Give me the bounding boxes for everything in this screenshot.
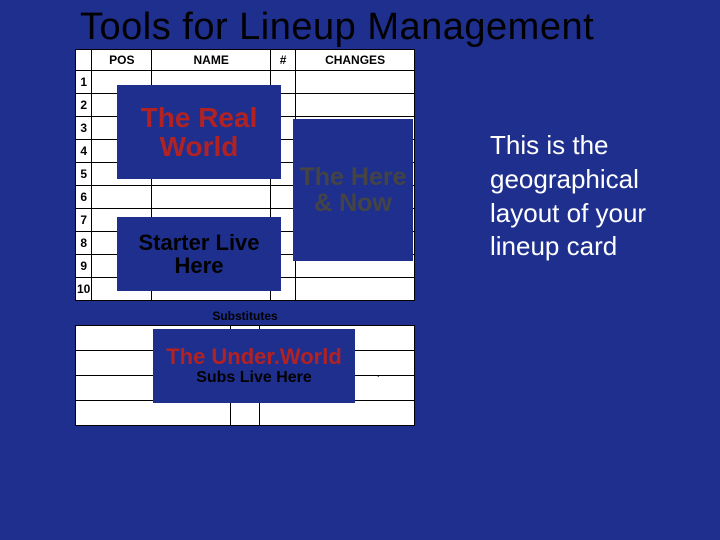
subs-live-here: Subs Live Here: [196, 370, 312, 387]
annotation-underworld: The Under.World Subs Live Here: [153, 329, 355, 403]
row-number: 3: [76, 117, 92, 140]
row-number: 4: [76, 140, 92, 163]
row-number: 7: [76, 209, 92, 232]
slide-title: Tools for Lineup Management: [0, 0, 720, 49]
lineup-card: POS NAME # CHANGES 1 2 3 4 5 6 7 8 9 10 …: [75, 49, 480, 426]
row-number: 9: [76, 255, 92, 278]
underworld-title: The Under.World: [166, 345, 342, 368]
header-blank: [76, 50, 92, 71]
stray-dot: .: [377, 369, 380, 380]
col-number: #: [271, 50, 296, 71]
col-changes: CHANGES: [296, 50, 415, 71]
annotation-here-now: The Here & Now: [293, 119, 413, 261]
row-number: 5: [76, 163, 92, 186]
row-number: 2: [76, 94, 92, 117]
col-pos: POS: [92, 50, 152, 71]
table-row: [76, 401, 415, 426]
annotation-starter-live: Starter Live Here: [117, 217, 281, 291]
row-number: 10: [76, 278, 92, 301]
substitutes-label: Substitutes: [75, 301, 415, 325]
row-number: 1: [76, 71, 92, 94]
annotation-real-world: The Real World: [117, 85, 281, 179]
row-number: 6: [76, 186, 92, 209]
slide-caption: This is the geographical layout of your …: [490, 129, 710, 426]
header-row: POS NAME # CHANGES: [76, 50, 415, 71]
col-name: NAME: [152, 50, 271, 71]
row-number: 8: [76, 232, 92, 255]
